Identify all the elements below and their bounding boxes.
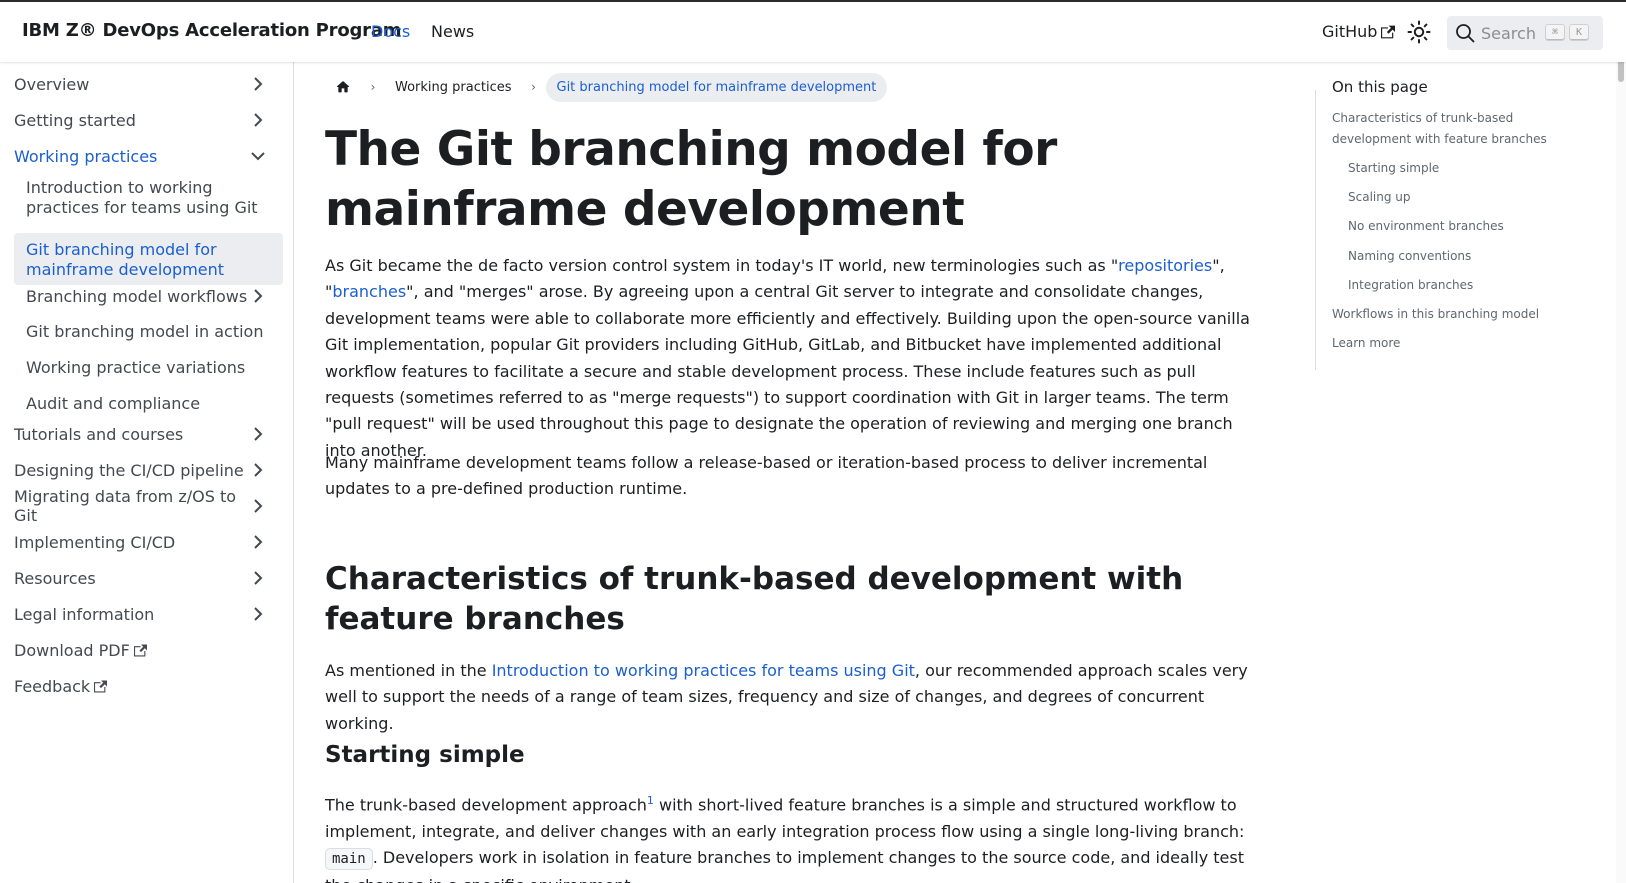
chevron-right-icon[interactable] bbox=[248, 496, 268, 516]
sidebar-item-download-pdf[interactable]: Download PDF bbox=[14, 638, 284, 662]
search-button[interactable]: Search ⌘ K bbox=[1447, 16, 1603, 50]
sidebar-item-label: Legal information bbox=[14, 604, 155, 624]
docs-sidebar: Overview Getting started Working practic… bbox=[0, 62, 294, 883]
external-link-icon bbox=[133, 644, 147, 656]
sidebar-item-tutorials[interactable]: Tutorials and courses bbox=[14, 422, 284, 446]
sidebar-item-label: Working practices bbox=[14, 146, 158, 166]
chevron-right-icon[interactable] bbox=[248, 604, 268, 624]
page-scrollbar[interactable] bbox=[1616, 2, 1626, 883]
kbd-cmd-key: ⌘ bbox=[1545, 24, 1565, 41]
release-paragraph: Many mainframe development teams follow … bbox=[325, 453, 1208, 499]
starting-simple-paragraph: The trunk-based development approach1 wi… bbox=[325, 788, 1265, 883]
search-placeholder: Search bbox=[1481, 23, 1536, 43]
sidebar-item-label: Branching model workflows bbox=[26, 286, 248, 306]
sidebar-item-implementing-cicd[interactable]: Implementing CI/CD bbox=[14, 530, 284, 554]
breadcrumb-current-page: Git branching model for mainframe develo… bbox=[545, 72, 888, 102]
nav-link-news[interactable]: News bbox=[431, 22, 474, 41]
breadcrumb-working-practices[interactable]: Working practices bbox=[385, 80, 522, 95]
page-title: The Git branching model for mainframe de… bbox=[325, 122, 1057, 237]
breadcrumb-separator-icon: › bbox=[531, 80, 536, 94]
sidebar-item-label: Tutorials and courses bbox=[14, 424, 184, 444]
theme-toggle-button[interactable] bbox=[1406, 19, 1432, 45]
toc-link-workflows[interactable]: Workflows in this branching model bbox=[1332, 304, 1539, 325]
breadcrumb-home[interactable] bbox=[325, 72, 361, 102]
intro-paragraph: As Git became the de facto version contr… bbox=[325, 253, 1265, 464]
section-heading-characteristics: Characteristics of trunk-based developme… bbox=[325, 561, 1184, 637]
sidebar-item-label: Overview bbox=[14, 74, 90, 94]
chevron-right-icon[interactable] bbox=[248, 110, 268, 130]
toc-link-naming-conventions[interactable]: Naming conventions bbox=[1348, 246, 1471, 267]
toc-divider bbox=[1315, 90, 1316, 370]
sidebar-item-label: Migrating data from z/OS to Git bbox=[14, 487, 237, 525]
toc-link-integration-branches[interactable]: Integration branches bbox=[1348, 275, 1473, 296]
sidebar-item-working-practices[interactable]: Working practices bbox=[14, 144, 284, 168]
github-label: GitHub bbox=[1322, 22, 1378, 41]
sidebar-item-label: Download PDF bbox=[14, 640, 130, 660]
section-heading-starting-simple: Starting simple bbox=[325, 742, 525, 768]
chevron-right-icon[interactable] bbox=[248, 74, 268, 94]
sidebar-item-label: Designing the CI/CD pipeline bbox=[14, 460, 244, 480]
sidebar-item-designing-cicd[interactable]: Designing the CI/CD pipeline bbox=[14, 458, 284, 482]
toc-link-no-environment-branches[interactable]: No environment branches bbox=[1348, 216, 1504, 237]
code-main: main bbox=[325, 848, 373, 871]
sidebar-subitem-git-branching-model[interactable]: Git branching model for mainframe develo… bbox=[26, 240, 246, 280]
toc-link-learn-more[interactable]: Learn more bbox=[1332, 333, 1400, 354]
ss-text-1: The trunk-based development approach bbox=[325, 795, 647, 815]
sidebar-item-feedback[interactable]: Feedback bbox=[14, 674, 284, 698]
sidebar-item-getting-started[interactable]: Getting started bbox=[14, 108, 284, 132]
introduction-link[interactable]: Introduction to working practices for te… bbox=[492, 661, 915, 680]
sidebar-item-label: Feedback bbox=[14, 676, 91, 696]
sidebar-subitem-branching-model-workflows[interactable]: Branching model workflows bbox=[26, 284, 284, 308]
external-link-icon bbox=[94, 680, 108, 692]
toc-title: On this page bbox=[1332, 78, 1428, 96]
sidebar-item-resources[interactable]: Resources bbox=[14, 566, 284, 590]
search-icon bbox=[1456, 24, 1475, 43]
chevron-right-icon[interactable] bbox=[248, 286, 268, 306]
sidebar-item-label: Getting started bbox=[14, 110, 136, 130]
toc-link-characteristics[interactable]: Characteristics of trunk-based developme… bbox=[1332, 108, 1552, 149]
breadcrumb: › Working practices › Git branching mode… bbox=[325, 72, 888, 102]
toc-link-starting-simple[interactable]: Starting simple bbox=[1348, 158, 1439, 179]
chevron-right-icon[interactable] bbox=[248, 568, 268, 588]
sidebar-subitem-introduction[interactable]: Introduction to working practices for te… bbox=[26, 178, 282, 218]
kbd-k-key: K bbox=[1569, 24, 1589, 41]
navbar: IBM Z® DevOps Acceleration Program Docs … bbox=[0, 2, 1626, 62]
chevron-right-icon[interactable] bbox=[248, 532, 268, 552]
external-link-icon bbox=[1381, 25, 1396, 38]
char-text-1: As mentioned in the bbox=[325, 661, 492, 680]
sun-icon bbox=[1407, 20, 1431, 44]
home-icon bbox=[336, 81, 350, 93]
site-brand[interactable]: IBM Z® DevOps Acceleration Program bbox=[22, 20, 402, 41]
sidebar-item-legal-information[interactable]: Legal information bbox=[14, 602, 284, 626]
intro-text-3: ", and "merges" arose. By agreeing upon … bbox=[325, 282, 1250, 460]
repositories-link[interactable]: repositories bbox=[1118, 256, 1212, 275]
intro-text-1: As Git became the de facto version contr… bbox=[325, 256, 1119, 275]
sidebar-subitem-git-branching-in-action[interactable]: Git branching model in action bbox=[26, 322, 282, 342]
nav-link-docs[interactable]: Docs bbox=[371, 22, 410, 41]
branches-link[interactable]: branches bbox=[332, 282, 406, 301]
sidebar-item-label: Resources bbox=[14, 568, 96, 588]
sidebar-item-label: Implementing CI/CD bbox=[14, 532, 176, 552]
characteristics-paragraph: As mentioned in the Introduction to work… bbox=[325, 658, 1265, 737]
sidebar-item-migrating-data[interactable]: Migrating data from z/OS to Git bbox=[14, 487, 284, 525]
chevron-right-icon[interactable] bbox=[248, 460, 268, 480]
breadcrumb-separator-icon: › bbox=[370, 80, 376, 94]
sidebar-item-overview[interactable]: Overview bbox=[14, 72, 284, 96]
toc-link-scaling-up[interactable]: Scaling up bbox=[1348, 187, 1411, 208]
footnote-link[interactable]: 1 bbox=[647, 794, 654, 807]
chevron-right-icon[interactable] bbox=[248, 424, 268, 444]
github-link[interactable]: GitHub bbox=[1322, 22, 1396, 41]
chevron-down-icon[interactable] bbox=[248, 146, 268, 166]
sidebar-subitem-working-practice-variations[interactable]: Working practice variations bbox=[26, 358, 282, 378]
sidebar-subitem-audit-and-compliance[interactable]: Audit and compliance bbox=[26, 394, 282, 414]
ss-text-3: . Developers work in isolation in featur… bbox=[325, 848, 1244, 883]
